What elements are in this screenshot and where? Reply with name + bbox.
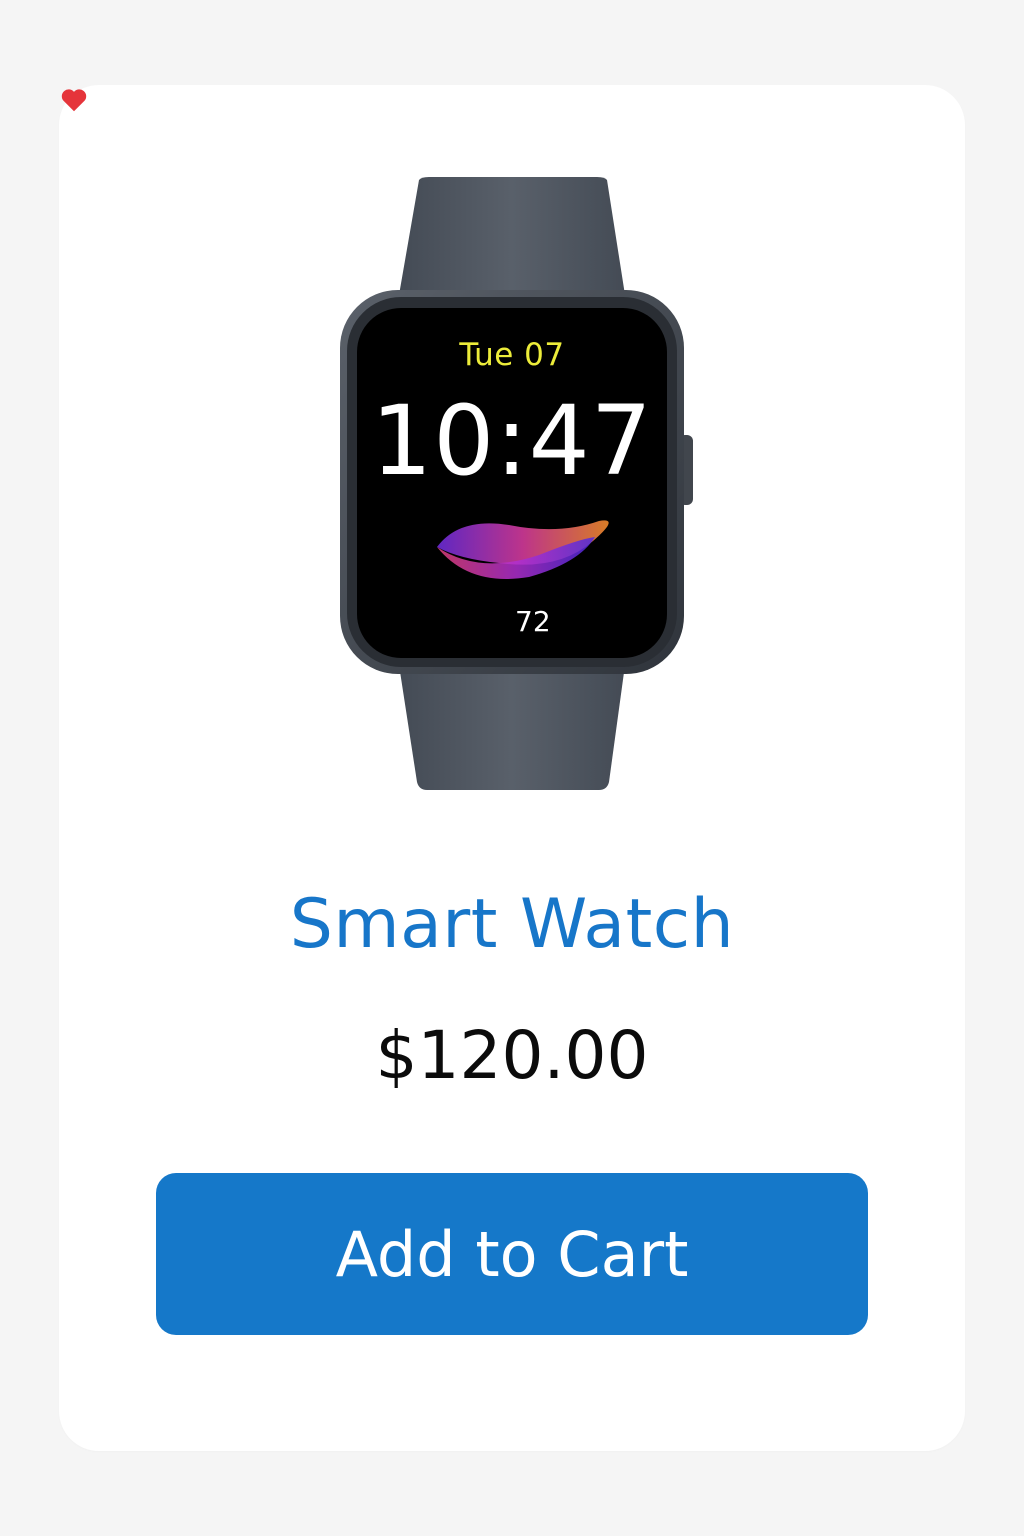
watch-time: 10:47	[371, 385, 653, 497]
product-card: Tue 07 10:47 72 Smart Watch $120.00 Add …	[59, 85, 965, 1451]
heart-rate-value: 72	[515, 605, 551, 638]
add-to-cart-button[interactable]: Add to Cart	[156, 1173, 868, 1335]
heart-icon	[61, 89, 87, 112]
add-to-cart-label: Add to Cart	[335, 1217, 689, 1291]
product-price: $120.00	[375, 1017, 649, 1094]
smart-watch-image: Tue 07 10:47 72	[59, 85, 965, 845]
watch-date: Tue 07	[459, 337, 565, 373]
product-title: Smart Watch	[289, 885, 735, 964]
